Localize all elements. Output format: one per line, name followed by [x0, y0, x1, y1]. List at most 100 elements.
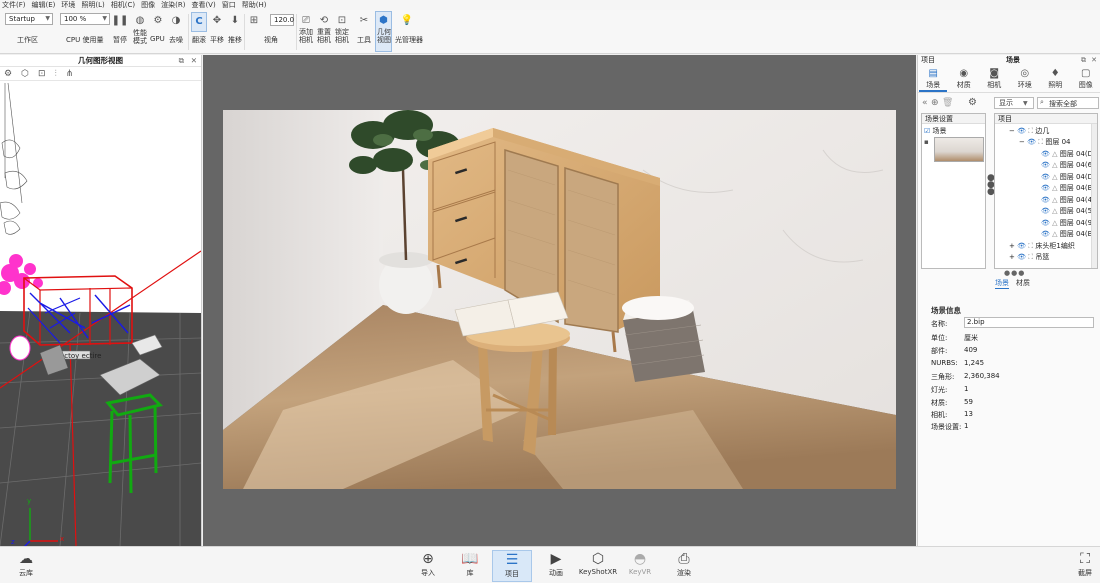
cloud-library-button[interactable]: ☁ 云库 — [6, 550, 46, 582]
subtab-scene[interactable]: 场景 — [995, 278, 1009, 289]
tree-item[interactable]: 👁 △ 图层 04(B — [1041, 229, 1092, 240]
eye-icon[interactable]: 👁 — [1017, 242, 1026, 250]
fov-icon-button[interactable]: ⊞ — [247, 12, 261, 29]
close-icon[interactable]: ✕ — [1091, 55, 1097, 66]
menu-window[interactable]: 窗口 — [222, 0, 236, 10]
tumble-button[interactable]: C — [191, 12, 207, 32]
delete-icon[interactable]: 🗑 — [942, 98, 953, 108]
denoise-button[interactable]: ◑ — [168, 12, 184, 29]
eye-icon[interactable]: 👁 — [1041, 184, 1050, 192]
add-camera-button[interactable]: ⎚ — [299, 12, 313, 29]
eye-icon[interactable]: 👁 — [1041, 207, 1050, 215]
search-input[interactable]: ⌕ 搜索全部 — [1037, 97, 1099, 109]
collapse-icon[interactable]: « — [922, 98, 928, 108]
expand-icon[interactable]: + — [1009, 242, 1015, 250]
float-panel-icon[interactable]: ⧉ — [1081, 55, 1086, 66]
tab-materials[interactable]: ◉ 材质 — [950, 67, 978, 92]
tab-image[interactable]: ▢ 图像 — [1072, 67, 1100, 92]
tree-scrollbar[interactable] — [1091, 124, 1097, 268]
performance-mode-button[interactable]: ◍ — [132, 12, 148, 29]
tree-item[interactable]: 👁 △ 图层 04(D — [1041, 172, 1093, 183]
menu-help[interactable]: 帮助(H) — [242, 0, 267, 10]
float-panel-icon[interactable]: ⧉ — [179, 55, 184, 67]
checkbox-checked-icon[interactable]: ☑ — [924, 127, 930, 135]
settings-icon[interactable]: ⚙ — [968, 97, 977, 108]
expand-icon[interactable]: + — [1009, 253, 1015, 261]
menu-image[interactable]: 图像 — [141, 0, 155, 10]
tree-item[interactable]: − 👁 ⛶ 图层 04 — [1019, 137, 1071, 148]
cpu-usage-select[interactable]: 100 % ▼ — [60, 13, 110, 25]
collapse-icon[interactable]: − — [1009, 127, 1015, 135]
eye-icon[interactable]: 👁 — [1027, 138, 1036, 146]
eye-icon[interactable]: 👁 — [1017, 127, 1026, 135]
reset-camera-button[interactable]: ⟲ — [317, 12, 331, 29]
close-icon[interactable]: ✕ — [191, 55, 197, 67]
eye-icon[interactable]: 👁 — [1041, 161, 1050, 169]
animation-button[interactable]: ▶ 动画 — [536, 550, 576, 582]
tree-item[interactable]: 👁 △ 图层 04(6 — [1041, 160, 1092, 171]
tab-environment[interactable]: ◎ 环境 — [1011, 67, 1039, 92]
collapse-icon[interactable]: − — [1019, 138, 1025, 146]
eye-icon[interactable]: 👁 — [1041, 219, 1050, 227]
tree-item[interactable]: 👁 △ 图层 04(5 — [1041, 206, 1092, 217]
tree-item-label: 图层 04(6 — [1059, 161, 1093, 169]
menu-lighting[interactable]: 照明(L) — [81, 0, 104, 10]
hierarchy-icon[interactable]: ⫶ — [54, 69, 56, 79]
eye-icon[interactable]: 👁 — [1041, 173, 1050, 181]
scene-name-input[interactable]: 2.bip — [964, 317, 1094, 328]
part-icon: △ — [1052, 196, 1058, 204]
subtab-materials[interactable]: 材质 — [1016, 278, 1030, 288]
import-button[interactable]: ⊕ 导入 — [408, 550, 448, 582]
cpu-usage-label: CPU 使用量 — [66, 36, 104, 44]
tree-item[interactable]: 👁 △ 图层 04(B — [1041, 183, 1092, 194]
eye-icon[interactable]: 👁 — [1041, 196, 1050, 204]
geometry-view-panel: 几何图形视图 ⧉ ✕ ⚙ ⬡ ⊡ ⫶ ⋔ ectoy ectire y x z — [0, 55, 202, 554]
eye-icon[interactable]: 👁 — [1017, 253, 1026, 261]
eye-icon[interactable]: 👁 — [1041, 150, 1050, 158]
project-button[interactable]: ☰ 项目 — [492, 550, 532, 582]
menu-camera[interactable]: 相机(C) — [111, 0, 135, 10]
menu-file[interactable]: 文件(F) — [2, 0, 26, 10]
tree-item[interactable]: − 👁 ⛶ 边几 — [1009, 126, 1049, 137]
eye-icon[interactable]: 👁 — [1041, 230, 1050, 238]
tree-item[interactable]: 👁 △ 图层 04(9 — [1041, 218, 1092, 229]
light-manager-button[interactable]: 💡 — [400, 12, 414, 29]
menu-view[interactable]: 查看(V) — [191, 0, 215, 10]
scene-settings-item[interactable]: ☑ 场景 — [924, 126, 947, 136]
screenshot-button[interactable]: ⛶ 截屏 — [1065, 550, 1100, 582]
keyvr-button[interactable]: ◓ KeyVR — [620, 550, 660, 582]
keyshotxr-button[interactable]: ⬡ KeyShotXR — [578, 550, 618, 582]
cube-icon[interactable]: ⬡ — [21, 69, 29, 79]
lock-camera-icon: ⊡ — [337, 15, 347, 26]
tree-item[interactable]: + 👁 ⛶ 床头柜1编织 — [1009, 241, 1075, 252]
scene-thumbnail[interactable] — [934, 137, 984, 162]
workspace-select[interactable]: Startup ▼ — [5, 13, 53, 25]
tree-item[interactable]: + 👁 ⛶ 吊篮 — [1009, 252, 1049, 263]
pan-button[interactable]: ✥ — [210, 12, 224, 29]
show-dropdown[interactable]: 显示 ▼ — [994, 97, 1034, 109]
tools-button[interactable]: ✂ — [357, 12, 371, 29]
tab-camera[interactable]: ◙ 相机 — [980, 67, 1008, 92]
tab-lighting[interactable]: ♦ 照明 — [1041, 67, 1069, 92]
library-button[interactable]: 📖 库 — [450, 550, 490, 582]
render-viewport[interactable] — [203, 55, 916, 546]
dolly-button[interactable]: ⬇ — [228, 12, 242, 29]
menu-edit[interactable]: 编辑(E) — [32, 0, 56, 10]
tree-item[interactable]: 👁 △ 图层 04(D — [1041, 149, 1093, 160]
pause-button[interactable]: ❚❚ — [112, 12, 129, 29]
geometry-view-label: 几何 视图 — [377, 28, 391, 44]
add-scene-icon[interactable]: ⊕ — [931, 98, 939, 108]
menu-render[interactable]: 渲染(R) — [161, 0, 185, 10]
nodes-icon[interactable]: ⋔ — [66, 69, 74, 79]
fit-view-icon[interactable]: ⊡ — [38, 69, 46, 79]
fov-input[interactable]: 120.0 — [270, 14, 294, 26]
tab-scene[interactable]: ▤ 场景 — [919, 67, 948, 92]
gpu-button[interactable]: ⚙ — [150, 12, 166, 29]
tree-item[interactable]: 👁 △ 图层 04(4 — [1041, 195, 1092, 206]
settings-icon[interactable]: ⚙ — [4, 69, 12, 79]
lock-camera-button[interactable]: ⊡ — [335, 12, 349, 29]
geometry-viewport[interactable]: ectoy ectire y x z — [0, 82, 202, 554]
render-button[interactable]: ⎙ 渲染 — [664, 550, 704, 582]
menu-environment[interactable]: 环境 — [61, 0, 75, 10]
more-dots-icon[interactable]: ●●● — [1004, 269, 1025, 277]
